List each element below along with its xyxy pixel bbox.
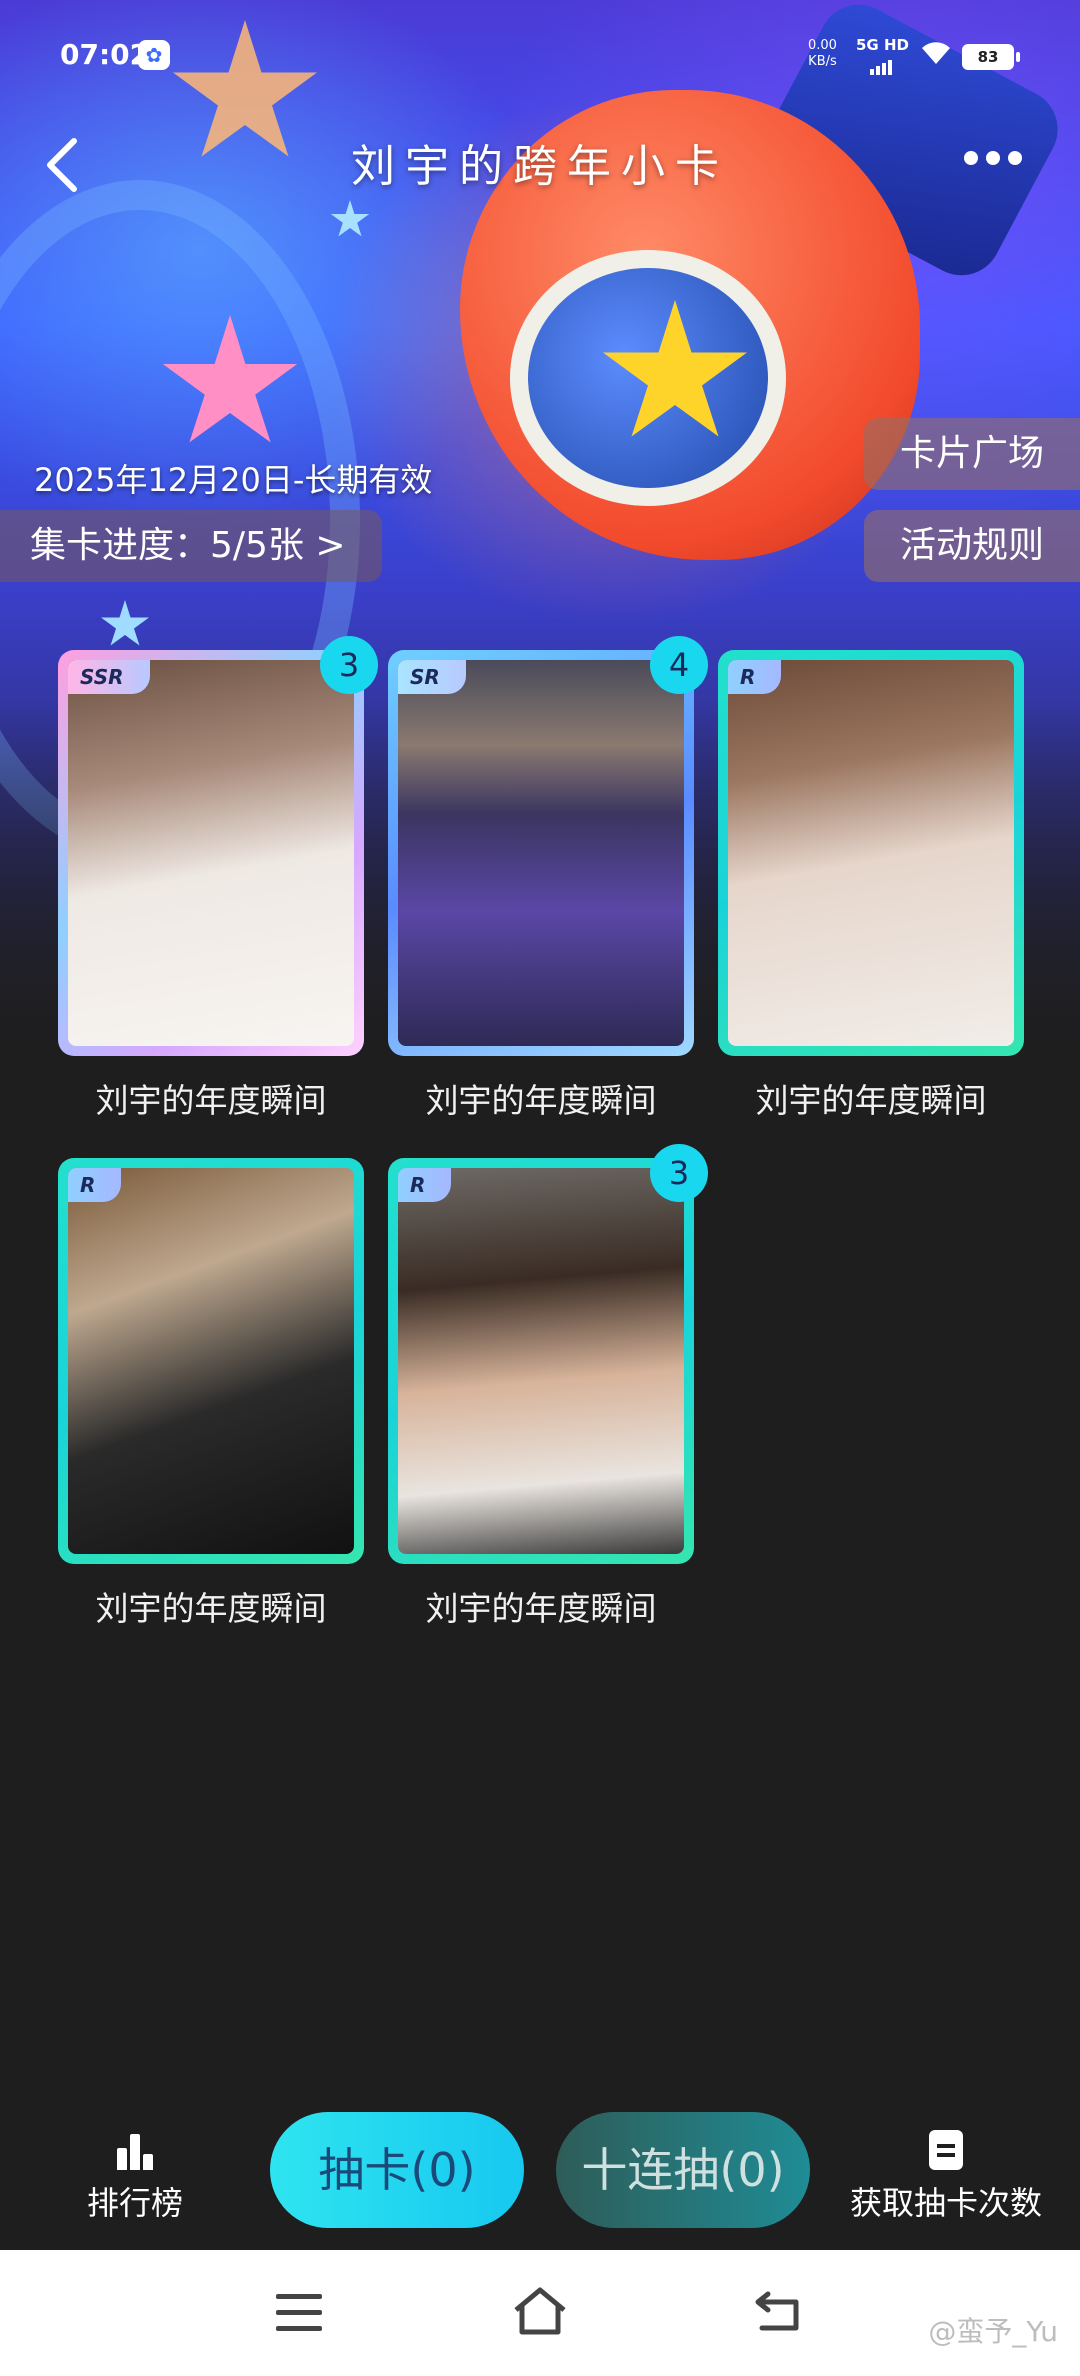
status-bar: 07:02 ✿ 0.00 KB/s 5G HD 83 [0,0,1080,110]
validity-text: 2025年12月20日-长期有效 [34,461,433,499]
card-photo [728,660,1014,1046]
rarity-badge: R [728,660,782,694]
signal-icon [870,56,894,75]
get-draws-label: 获取抽卡次数 [849,2184,1042,2222]
card-frame: R [718,650,1024,1056]
ranking-button[interactable]: 排行榜 [80,2130,190,2224]
net-speed: 0.00 KB/s [808,38,837,70]
back-nav-icon[interactable] [752,2288,804,2334]
card-frame: SR 4 [388,636,708,1056]
paw-app-icon: ✿ [138,40,170,70]
card-photo [68,1168,354,1554]
network-type: 5G HD [856,36,909,54]
bottom-action-bar: 排行榜 抽卡(0) 十连抽(0) 获取抽卡次数 [0,2090,1080,2250]
status-time: 07:02 [60,38,150,71]
card-label: 刘宇的年度瞬间 [425,1081,657,1120]
net-speed-unit: KB/s [808,54,837,69]
card-label: 刘宇的年度瞬间 [95,1081,327,1120]
draw-button[interactable]: 抽卡(0) [270,2112,524,2228]
get-draws-button[interactable]: 获取抽卡次数 [836,2130,1056,2224]
card-frame: R 3 [388,1144,708,1564]
decor-star [330,200,370,237]
card-item[interactable]: SR 4 刘宇的年度瞬间 [388,636,708,1122]
collection-progress[interactable]: 集卡进度：5/5张 > [0,510,382,582]
card-label: 刘宇的年度瞬间 [425,1589,657,1628]
count-badge: 3 [320,636,378,694]
card-plaza-button[interactable]: 卡片广场 [864,418,1080,490]
ranking-label: 排行榜 [86,2184,183,2222]
count-badge: 4 [650,636,708,694]
card-label: 刘宇的年度瞬间 [95,1589,327,1628]
draw-ten-button[interactable]: 十连抽(0) [556,2112,810,2228]
rarity-badge: R [398,1168,452,1202]
rarity-badge: R [68,1168,122,1202]
net-speed-value: 0.00 [808,38,837,53]
watermark: @蛮予_Yu [928,2315,1058,2348]
card-item[interactable]: SSR 3 刘宇的年度瞬间 [58,636,378,1122]
more-icon[interactable] [964,150,1034,170]
card-frame: R [58,1158,364,1564]
card-item[interactable]: R 刘宇的年度瞬间 [718,650,1024,1122]
document-icon [929,2130,963,2170]
rules-button[interactable]: 活动规则 [864,510,1080,582]
count-badge: 3 [650,1144,708,1202]
page-title: 刘宇的跨年小卡 [351,141,729,192]
menu-icon[interactable] [276,2294,322,2332]
battery-icon: 83 [962,44,1020,70]
system-nav-bar: @蛮予_Yu [0,2250,1080,2376]
card-photo [398,660,684,1046]
rarity-badge: SR [398,660,466,694]
rarity-badge: SSR [68,660,150,694]
card-item[interactable]: R 3 刘宇的年度瞬间 [388,1144,708,1630]
card-item[interactable]: R 刘宇的年度瞬间 [58,1158,364,1630]
home-icon[interactable] [510,2284,570,2338]
card-photo [68,660,354,1046]
wifi-icon [918,36,954,74]
bar-chart-icon [113,2130,157,2170]
card-label: 刘宇的年度瞬间 [755,1081,987,1120]
card-photo [398,1168,684,1554]
card-frame: SSR 3 [58,636,378,1056]
